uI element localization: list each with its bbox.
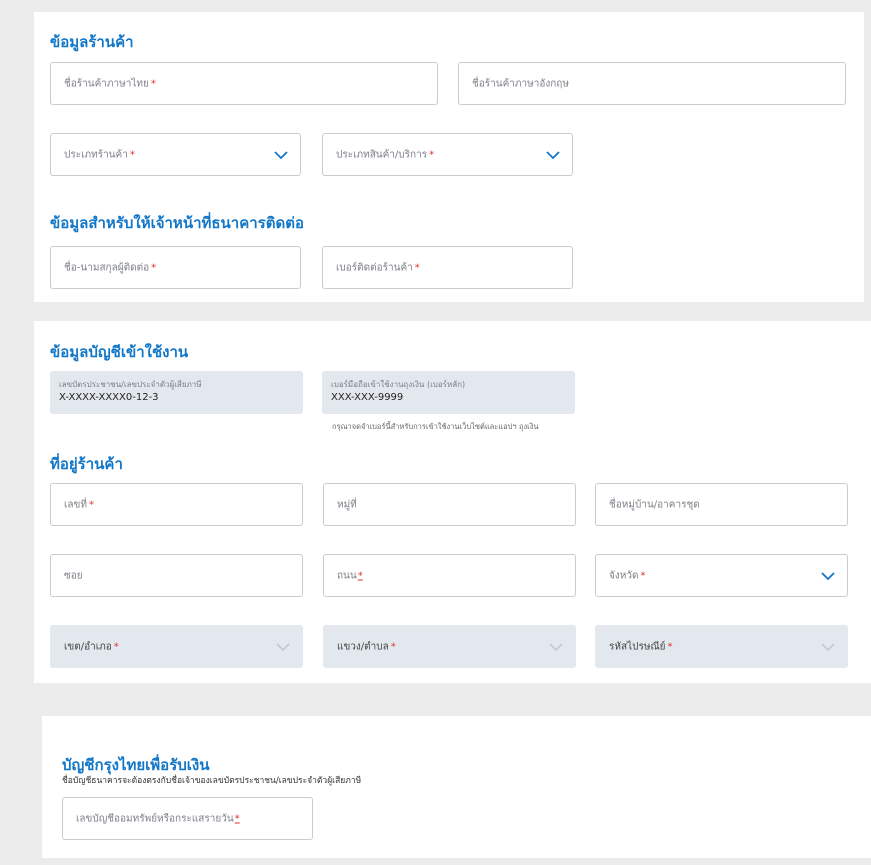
contact-name-field[interactable]: ชื่อ-นามสกุลผู้ติดต่อ * (50, 246, 301, 289)
required-mark: * (129, 149, 135, 160)
district-select: เขต/อำเภอ * (50, 625, 303, 668)
shop-type-select[interactable]: ประเภทร้านค้า * (50, 133, 301, 176)
required-mark: * (414, 262, 420, 273)
required-mark: * (234, 813, 240, 824)
required-mark: * (357, 570, 363, 581)
bank-account-subtitle: ชื่อบัญชีธนาคารจะต้องตรงกับชื่อเจ้าของเล… (62, 776, 362, 786)
house-no-field[interactable]: เลขที่ * (50, 483, 303, 526)
shop-name-th-field[interactable]: ชื่อร้านค้าภาษาไทย * (50, 62, 438, 105)
contact-info-title: ข้อมูลสำหรับให้เจ้าหน้าที่ธนาคารติดต่อ (50, 214, 304, 232)
bank-account-no-field[interactable]: เลขบัญชีออมทรัพย์หรือกระแสรายวัน* (62, 797, 313, 840)
shop-name-en-field[interactable]: ชื่อร้านค้าภาษาอังกฤษ (458, 62, 846, 105)
required-mark: * (113, 641, 119, 652)
district-label: เขต/อำเภอ (64, 641, 112, 652)
contact-name-label: ชื่อ-นามสกุลผู้ติดต่อ (64, 262, 150, 273)
shop-info-title: ข้อมูลร้านค้า (50, 33, 134, 51)
mobile-label: เบอร์มือถือเข้าใช้งานถุงเงิน (เบอร์หลัก) (331, 380, 466, 389)
subdistrict-select: แขวง/ตำบล * (323, 625, 576, 668)
address-title: ที่อยู่ร้านค้า (50, 455, 123, 473)
mobile-hint: กรุณาจดจำเบอร์นี้สำหรับการเข้าใช้งานเว็บ… (332, 422, 539, 431)
chevron-down-icon (274, 150, 288, 159)
product-type-label: ประเภทสินค้า/บริการ (336, 149, 428, 160)
bank-account-no-label: เลขบัญชีออมทรัพย์หรือกระแสรายวัน (76, 813, 234, 824)
moo-field[interactable]: หมู่ที่ (323, 483, 576, 526)
village-label: ชื่อหมู่บ้าน/อาคารชุด (609, 499, 700, 510)
mobile-readonly: เบอร์มือถือเข้าใช้งานถุงเงิน (เบอร์หลัก)… (322, 371, 575, 414)
required-mark: * (667, 641, 673, 652)
required-mark: * (151, 262, 157, 273)
id-number-label: เลขบัตรประชาชน/เลขประจำตัวผู้เสียภาษี (59, 380, 202, 389)
chevron-down-icon (549, 642, 563, 651)
required-mark: * (88, 499, 94, 510)
shop-phone-label: เบอร์ติดต่อร้านค้า (336, 262, 413, 273)
chevron-down-icon (821, 571, 835, 580)
subdistrict-label: แขวง/ตำบล (337, 641, 389, 652)
road-label: ถนน (337, 570, 357, 581)
moo-label: หมู่ที่ (337, 499, 357, 510)
province-select[interactable]: จังหวัด * (595, 554, 848, 597)
shop-phone-field[interactable]: เบอร์ติดต่อร้านค้า * (322, 246, 573, 289)
chevron-down-icon (276, 642, 290, 651)
soi-label: ซอย (64, 570, 83, 581)
chevron-down-icon (821, 642, 835, 651)
required-mark: * (390, 641, 396, 652)
shop-name-th-label: ชื่อร้านค้าภาษาไทย (64, 78, 149, 89)
postcode-label: รหัสไปรษณีย์ (609, 641, 666, 652)
required-mark: * (640, 570, 646, 581)
road-field[interactable]: ถนน* (323, 554, 576, 597)
postcode-select: รหัสไปรษณีย์ * (595, 625, 848, 668)
account-info-title: ข้อมูลบัญชีเข้าใช้งาน (50, 343, 189, 361)
village-field[interactable]: ชื่อหมู่บ้าน/อาคารชุด (595, 483, 848, 526)
required-mark: * (150, 78, 156, 89)
id-number-readonly: เลขบัตรประชาชน/เลขประจำตัวผู้เสียภาษี X-… (50, 371, 303, 414)
chevron-down-icon (546, 150, 560, 159)
mobile-value: XXX-XXX-9999 (331, 392, 404, 403)
shop-type-label: ประเภทร้านค้า (64, 149, 128, 160)
province-label: จังหวัด (609, 570, 639, 581)
id-number-value: X-XXXX-XXXX0-12-3 (59, 392, 159, 403)
required-mark: * (429, 149, 435, 160)
product-type-select[interactable]: ประเภทสินค้า/บริการ * (322, 133, 573, 176)
shop-name-en-label: ชื่อร้านค้าภาษาอังกฤษ (472, 78, 569, 89)
house-no-label: เลขที่ (64, 499, 87, 510)
soi-field[interactable]: ซอย (50, 554, 303, 597)
